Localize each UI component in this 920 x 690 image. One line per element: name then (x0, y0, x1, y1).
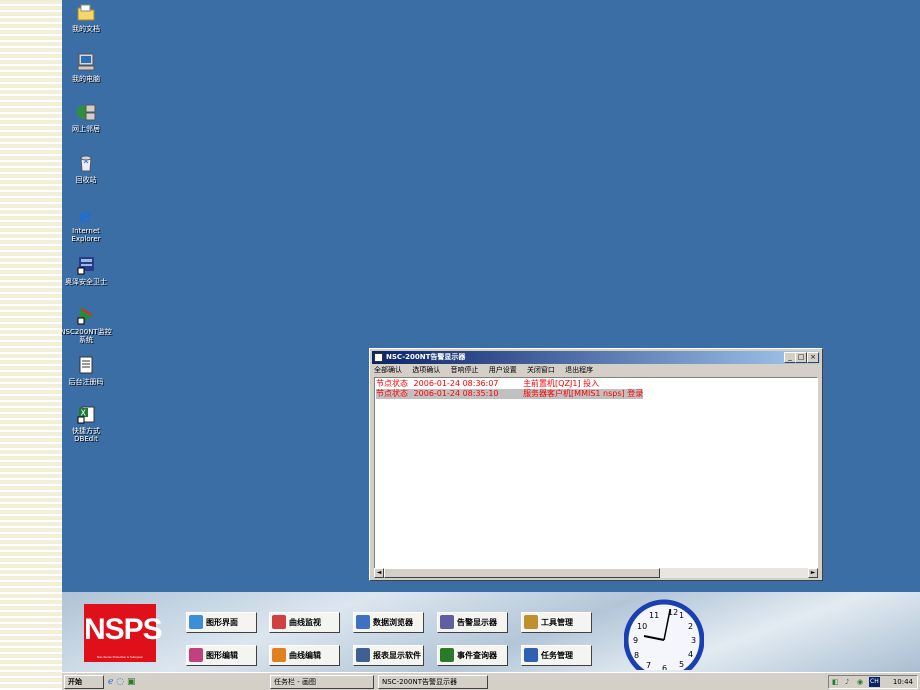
clock-number: 1 (679, 611, 684, 620)
desktop-icon-internet-explorer[interactable]: e Internet Explorer (60, 203, 112, 243)
analog-clock: 12 1 2 3 4 5 6 7 8 9 10 11 (624, 599, 704, 670)
computer-icon (76, 52, 96, 72)
ie-icon: e (76, 203, 96, 227)
desktop-icon-my-computer[interactable]: 我的电脑 (60, 52, 112, 83)
clock-time: 10:44 (892, 678, 913, 686)
tray-volume-icon[interactable]: ♪ (845, 676, 849, 688)
nsps-logo: NSPS Non-Sense Protection & Subsytem (84, 604, 163, 662)
app-icon (374, 353, 383, 362)
left-stripe-pattern (0, 0, 62, 690)
clock-number: 5 (679, 660, 684, 669)
event-query-button[interactable]: 事件查询器 (437, 645, 508, 666)
tool-manage-button[interactable]: 工具管理 (521, 612, 592, 633)
window-titlebar[interactable]: NSC-200NT告警显示器 _ □ × (372, 351, 820, 364)
clock-number: 2 (688, 622, 693, 631)
folder-documents-icon (76, 2, 96, 22)
scroll-left-button[interactable]: ◄ (374, 568, 384, 578)
svg-text:X: X (81, 409, 87, 418)
taskbar-item-paint[interactable]: 任务栏 - 画图 (270, 675, 374, 689)
network-icon (76, 102, 96, 122)
clock-number: 10 (637, 622, 647, 631)
clock-number: 3 (691, 636, 696, 645)
report-display-icon (356, 648, 370, 662)
menubar: 全部确认 选项确认 音响停止 用户设置 关闭窗口 退出程序 (374, 365, 601, 376)
maximize-button[interactable]: □ (795, 352, 807, 363)
excel-shortcut-icon: X (76, 404, 96, 424)
tool-manage-icon (524, 615, 538, 629)
graphic-ui-button[interactable]: 图形界面 (186, 612, 257, 633)
close-button[interactable]: × (807, 352, 819, 363)
desktop-icon-security-guard[interactable]: 奥泽安全卫士 (60, 255, 112, 286)
menu-close-window[interactable]: 关闭窗口 (527, 366, 555, 374)
curve-edit-icon (272, 648, 286, 662)
language-indicator[interactable]: CH (869, 677, 880, 687)
clock-number: 11 (649, 611, 659, 620)
security-guard-icon (76, 255, 96, 275)
tray-network-icon[interactable]: ◧ (832, 676, 839, 688)
desktop-icon-my-documents[interactable]: 我的文档 (60, 2, 112, 33)
task-manage-icon (524, 648, 538, 662)
alarm-display-button[interactable]: 告警显示器 (437, 612, 508, 633)
graphic-ui-icon (189, 615, 203, 629)
graphic-edit-button[interactable]: 图形编辑 (186, 645, 257, 666)
scroll-right-button[interactable]: ► (808, 568, 818, 578)
scroll-thumb[interactable] (384, 568, 660, 578)
window-title: NSC-200NT告警显示器 (386, 353, 466, 361)
desktop-icon-recycle-bin[interactable]: 回收站 (60, 153, 112, 184)
ie-quicklaunch-icon[interactable]: ℯ (108, 677, 113, 687)
clock-number: 4 (688, 650, 693, 659)
menu-confirm-option[interactable]: 选项确认 (412, 366, 440, 374)
event-query-icon (440, 648, 454, 662)
task-manage-button[interactable]: 任务管理 (521, 645, 592, 666)
clock-number: 7 (646, 661, 651, 670)
menu-user-settings[interactable]: 用户设置 (489, 366, 517, 374)
show-desktop-icon[interactable]: ▣ (127, 677, 136, 687)
data-browser-icon (356, 615, 370, 629)
clock-number: 8 (634, 651, 639, 660)
graphic-edit-icon (189, 648, 203, 662)
desktop-icon-registration[interactable]: 后台注册码 (60, 355, 112, 386)
data-browser-button[interactable]: 数据浏览器 (353, 612, 424, 633)
curve-monitor-button[interactable]: 曲线监视 (269, 612, 340, 633)
system-tray: ◧ ♪ ◉ CH 10:44 (828, 675, 918, 689)
desktop: 我的文档 我的电脑 网上邻居 回收站 e Internet Explorer 奥… (60, 0, 920, 592)
quick-launch: ℯ ◌ ▣ (108, 676, 160, 688)
taskbar: 开始 ℯ ◌ ▣ 任务栏 - 画图 NSC-200NT告警显示器 ◧ ♪ ◉ C… (62, 672, 920, 690)
monitor-system-icon (76, 305, 96, 325)
svg-text:e: e (79, 204, 92, 224)
outlook-quicklaunch-icon[interactable]: ◌ (116, 677, 124, 687)
alarm-display-icon (440, 615, 454, 629)
clock-number: 6 (662, 664, 667, 670)
launcher-panel: NSPS Non-Sense Protection & Subsytem 图形界… (62, 592, 920, 672)
start-button[interactable]: 开始 (64, 675, 104, 689)
alarm-log-area[interactable]: 节点状态 2006-01-24 08:36:07 主前置机[QZJ1] 投入 节… (374, 377, 818, 575)
log-line-selected[interactable]: 节点状态 2006-01-24 08:35:10 服务器客户机[MMIS1 ns… (376, 389, 644, 399)
menu-confirm-all[interactable]: 全部确认 (374, 366, 402, 374)
desktop-icon-nsc200nt[interactable]: NSC200NT监控系统 (60, 305, 112, 344)
tray-app-icon[interactable]: ◉ (857, 676, 863, 688)
notepad-icon (76, 355, 96, 375)
curve-edit-button[interactable]: 曲线编辑 (269, 645, 340, 666)
desktop-icon-dbedit[interactable]: X 快捷方式 DBEdit (60, 404, 112, 443)
menu-exit-program[interactable]: 退出程序 (565, 366, 593, 374)
curve-monitor-icon (272, 615, 286, 629)
clock-number: 9 (633, 636, 638, 645)
recycle-bin-icon (76, 153, 96, 173)
report-display-button[interactable]: 报表显示软件 (353, 645, 424, 666)
horizontal-scrollbar[interactable]: ◄ ► (374, 568, 818, 578)
menu-stop-sound[interactable]: 音响停止 (450, 366, 478, 374)
log-line[interactable]: 节点状态 2006-01-24 08:36:07 主前置机[QZJ1] 投入 (376, 379, 599, 389)
desktop-icon-network[interactable]: 网上邻居 (60, 102, 112, 133)
alarm-window: NSC-200NT告警显示器 _ □ × 全部确认 选项确认 音响停止 用户设置… (369, 348, 823, 581)
taskbar-item-alarm-display[interactable]: NSC-200NT告警显示器 (378, 675, 488, 689)
